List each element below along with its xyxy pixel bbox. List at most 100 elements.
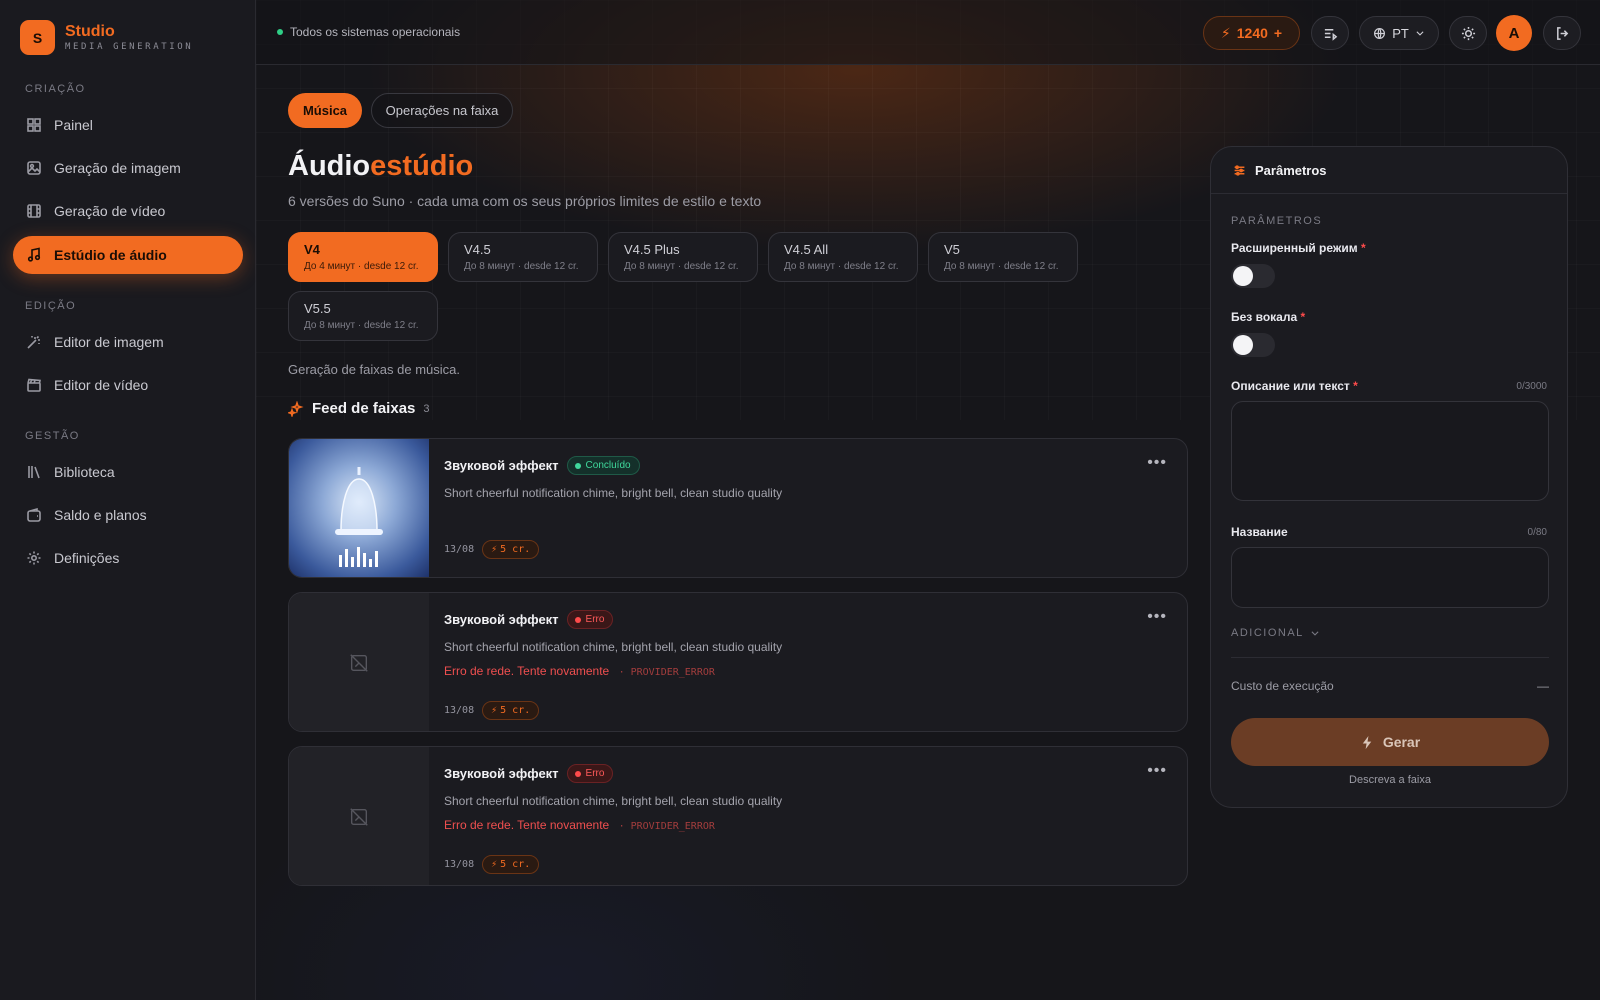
sidebar-item-library[interactable]: Biblioteca [13,453,243,491]
image-off-icon [350,654,368,672]
version-card-v4[interactable]: V4 До 4 минут · desde 12 cr. [288,232,438,282]
generate-button[interactable]: Gerar [1231,718,1549,766]
playlist-icon [1324,28,1337,41]
track-prompt: Short cheerful notification chime, brigh… [444,794,783,808]
track-cost: ⚡ 5 cr. [482,540,540,559]
track-prompt: Short cheerful notification chime, brigh… [444,486,783,500]
track-title-row: Звуковой эффект Concluído [444,456,640,475]
avatar[interactable]: A [1496,15,1532,51]
sidebar-item-video-editor[interactable]: Editor de vídeo [13,366,243,404]
sidebar-item-audio-studio[interactable]: Estúdio de áudio [13,236,243,274]
sidebar: S Studio MEDIA GENERATION CRIAÇÃO Painel… [0,0,256,1000]
no-vocals-toggle[interactable] [1231,333,1275,357]
sidebar-item-label: Editor de imagem [54,334,164,350]
description-textarea[interactable] [1231,401,1549,501]
version-name: V4.5 All [784,242,829,257]
image-off-icon [350,808,368,826]
track-title-row: Звуковой эффект Erro [444,764,614,783]
execution-cost-row: Custo de execução — [1231,679,1549,693]
language-value: PT [1392,25,1409,41]
sidebar-item-label: Saldo e planos [54,507,147,523]
track-cover-placeholder [289,593,429,731]
toggle-knob [1233,266,1253,286]
version-card-v5[interactable]: V5 До 8 минут · desde 12 cr. [928,232,1078,282]
logout-button[interactable] [1543,16,1581,50]
page-title-main: Áudio [288,150,371,182]
additional-toggle[interactable]: ADICIONAL [1231,627,1320,639]
more-options-icon[interactable]: ••• [1147,762,1167,780]
queue-button[interactable] [1311,16,1349,50]
globe-icon [1374,27,1386,39]
sidebar-item-balance-plans[interactable]: Saldo e planos [13,496,243,534]
lightning-icon: ⚡ [491,705,498,716]
brand-logo: S [20,20,55,55]
sidebar-item-dashboard[interactable]: Painel [13,106,243,144]
version-desc: До 8 минут · desde 12 cr. [624,261,739,272]
system-status: Todos os sistemas operacionais [277,25,460,39]
sidebar-item-video-generation[interactable]: Geração de vídeo [13,192,243,230]
version-desc: До 8 минут · desde 12 cr. [304,320,419,331]
topbar: Todos os sistemas operacionais ⚡ 1240 + … [256,0,1600,65]
feed-count: 3 [423,402,430,415]
sidebar-item-label: Geração de vídeo [54,203,166,219]
required-mark: * [1360,241,1366,255]
more-options-icon[interactable]: ••• [1147,454,1167,472]
track-title-row: Звуковой эффект Erro [444,610,614,629]
track-title: Звуковой эффект [444,458,559,473]
version-card-v4-5-all[interactable]: V4.5 All До 8 минут · desde 12 cr. [768,232,918,282]
bell-icon [335,467,383,567]
description-counter: 0/3000 [1516,381,1547,392]
version-card-v5-5[interactable]: V5.5 До 8 минут · desde 12 cr. [288,291,438,341]
status-badge: Erro [566,764,614,783]
name-input[interactable] [1231,547,1549,608]
track-error-code: · PROVIDER_ERROR [618,821,715,832]
advanced-mode-label: Расширенный режим * [1231,241,1366,255]
track-cost-value: 5 cr. [500,544,531,555]
chevron-down-icon [1416,31,1424,36]
sliders-icon [1234,164,1245,176]
tab-music[interactable]: Música [288,93,362,128]
sidebar-item-label: Definições [54,550,120,566]
version-card-v4-5[interactable]: V4.5 До 8 минут · desde 12 cr. [448,232,598,282]
track-date: 13/08 [444,859,475,870]
feed-header: Feed de faixas 3 [288,400,430,417]
sidebar-item-label: Painel [54,117,93,133]
theme-toggle-button[interactable] [1449,16,1487,50]
credits-button[interactable]: ⚡ 1240 + [1203,16,1300,50]
brand-subtitle: MEDIA GENERATION [65,41,194,52]
tab-track-operations[interactable]: Operações na faixa [371,93,513,128]
library-icon [26,464,42,480]
version-name: V4 [304,242,320,257]
lightning-icon: ⚡ [491,544,498,555]
status-dot-icon [277,29,283,35]
sidebar-item-label: Estúdio de áudio [54,247,167,263]
lightning-icon: ⚡ [1220,24,1231,41]
advanced-mode-toggle[interactable] [1231,264,1275,288]
advanced-mode-text: Расширенный режим [1231,241,1358,255]
music-icon [26,247,42,263]
track-card[interactable]: Звуковой эффект Erro Short cheerful noti… [288,746,1188,886]
version-card-v4-5-plus[interactable]: V4.5 Plus До 8 минут · desde 12 cr. [608,232,758,282]
no-vocals-text: Без вокала [1231,310,1298,324]
track-card[interactable]: Звуковой эффект Concluído Short cheerful… [288,438,1188,578]
parameters-panel: Parâmetros PARÂMETROS Расширенный режим … [1210,146,1568,808]
name-label: Название [1231,525,1288,539]
track-error-code: · PROVIDER_ERROR [618,667,715,678]
sidebar-item-image-generation[interactable]: Geração de imagem [13,149,243,187]
track-date: 13/08 [444,705,475,716]
track-card[interactable]: Звуковой эффект Erro Short cheerful noti… [288,592,1188,732]
version-desc: До 8 минут · desde 12 cr. [784,261,899,272]
language-select[interactable]: PT [1359,16,1439,50]
sidebar-item-image-editor[interactable]: Editor de imagem [13,323,243,361]
track-error-message: Erro de rede. Tente novamente [444,664,610,678]
sidebar-item-settings[interactable]: Definições [13,539,243,577]
film-icon [26,203,42,219]
description-text: Описание или текст [1231,379,1350,393]
generate-hint: Descreva a faixa [1349,774,1431,786]
brand[interactable]: S Studio MEDIA GENERATION [20,20,193,55]
logout-icon [1556,26,1568,40]
main-area: Todos os sistemas operacionais ⚡ 1240 + … [256,0,1600,1000]
description-label: Описание или текст * [1231,379,1358,393]
execution-cost-label: Custo de execução [1231,679,1334,693]
more-options-icon[interactable]: ••• [1147,608,1167,626]
